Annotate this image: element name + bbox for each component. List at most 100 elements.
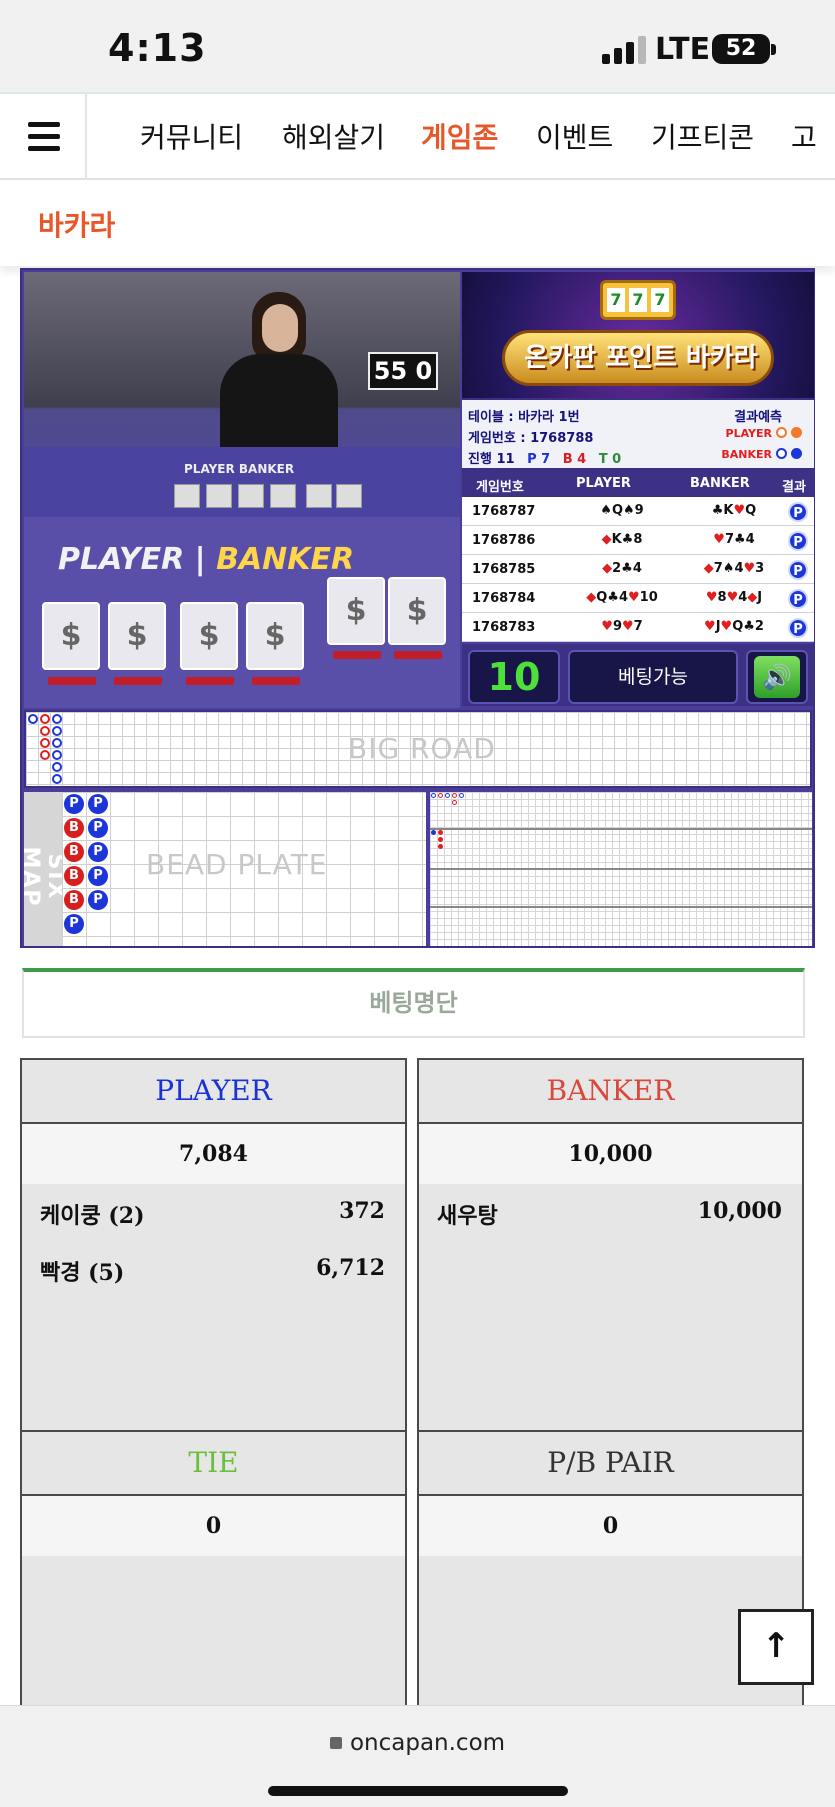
game-info: 테이블 : 바카라 1번 게임번호 : 1768788 진행 11 P 7 B … xyxy=(462,398,814,470)
felt-label-large: PLAYER | BANKER xyxy=(58,542,355,577)
predict-banker-label: BANKER xyxy=(721,448,772,461)
tie-total: 0 xyxy=(22,1496,405,1556)
small-card xyxy=(270,484,296,508)
row-player-cards: ◆2♣4 xyxy=(602,561,642,576)
col-banker: BANKER xyxy=(690,476,750,491)
card: $ xyxy=(180,602,238,670)
pair-panel-title: P/B PAIR xyxy=(419,1432,802,1496)
nav-item-event[interactable]: 이벤트 xyxy=(536,116,613,156)
banker-total: 10,000 xyxy=(419,1124,802,1184)
speaker-icon: 🔊 xyxy=(754,656,800,698)
small-card xyxy=(306,484,332,508)
menu-icon[interactable] xyxy=(0,94,87,180)
six-map-label: SIX MAP xyxy=(18,846,68,908)
nav-item-overseas[interactable]: 해외살기 xyxy=(282,116,385,156)
road-mark xyxy=(52,762,62,772)
status-bar: 4:13 LTE 52 xyxy=(0,0,835,92)
predict-player[interactable]: PLAYER xyxy=(726,427,802,440)
countdown-timer: 10 xyxy=(468,650,560,704)
banker-panel-title: BANKER xyxy=(419,1060,802,1124)
row-banker-cards: ♥J♥Q♣2 xyxy=(704,619,764,634)
battery-icon: 52 xyxy=(712,34,770,64)
nav-item-more[interactable]: 고 xyxy=(791,116,817,156)
predict-ring-icon xyxy=(776,448,787,459)
b-count: B 4 xyxy=(562,452,587,467)
road-mark xyxy=(52,726,62,736)
row-player-cards: ♠Q♠9 xyxy=(600,503,644,518)
table-name: 테이블 : 바카라 1번 xyxy=(468,410,580,425)
col-player: PLAYER xyxy=(576,476,631,491)
tie-panel: TIE 0 xyxy=(20,1430,407,1710)
card-slot xyxy=(186,677,234,685)
lock-icon xyxy=(329,1737,342,1749)
status-time: 4:13 xyxy=(108,26,207,70)
predict-dot-icon xyxy=(791,427,802,438)
arrow-up-icon: ↑ xyxy=(761,1626,791,1666)
bettor-name: 케이쿵 (2) xyxy=(40,1203,145,1229)
table-row: 1768785 ◆2♣4 ◆7♠4♥3 P xyxy=(462,555,814,584)
results-table: 게임번호 PLAYER BANKER 결과 1768787 ♠Q♠9 ♣K♥Q … xyxy=(462,470,814,642)
bead-mark: B xyxy=(64,842,84,862)
row-banker-cards: ◆7♠4♥3 xyxy=(703,561,765,576)
sound-button[interactable]: 🔊 xyxy=(746,650,808,704)
card-slot xyxy=(252,677,300,685)
felt-banker: BANKER xyxy=(216,542,355,577)
road-divider xyxy=(430,906,812,908)
bead-mark: B xyxy=(64,818,84,838)
row-game-no: 1768784 xyxy=(472,591,536,606)
road-mark xyxy=(438,793,443,798)
small-card xyxy=(336,484,362,508)
predict-banker[interactable]: BANKER xyxy=(721,448,802,461)
card-slot xyxy=(333,651,381,659)
game-controls: 10 베팅가능 🔊 xyxy=(462,644,814,706)
derived-roads-grid xyxy=(430,792,812,946)
bead-mark: P xyxy=(88,890,108,910)
row-banker-cards: ♥8♥4◆J xyxy=(705,590,763,605)
road-mark xyxy=(452,793,457,798)
road-mark xyxy=(52,714,62,724)
bet-row: 케이쿵 (2) 372 xyxy=(22,1184,405,1241)
predict-dot-icon xyxy=(791,448,802,459)
big-road-grid: BIG ROAD xyxy=(24,710,812,788)
road-mark xyxy=(438,837,443,842)
bettor-name: 새우탕 xyxy=(437,1203,498,1229)
row-game-no: 1768783 xyxy=(472,620,536,635)
slot-reel: 7 xyxy=(651,288,669,312)
small-card xyxy=(174,484,200,508)
row-banker-cards: ♥7♣4 xyxy=(713,532,755,547)
road-mark xyxy=(445,793,450,798)
row-player-cards: ◆Q♣4♥10 xyxy=(586,590,658,605)
row-player-cards: ♥9♥7 xyxy=(601,619,643,634)
road-mark xyxy=(28,714,38,724)
player-panel-title: PLAYER xyxy=(22,1060,405,1124)
row-game-no: 1768785 xyxy=(472,562,536,577)
road-mark xyxy=(40,750,50,760)
live-video: 55 0 PLAYER BANKER $ $ $ $ $ $ PLAYER | … xyxy=(24,272,460,708)
banner-plate: 온카판 포인트 바카라 xyxy=(502,330,774,386)
address-bar[interactable]: oncapan.com xyxy=(0,1730,835,1756)
table-row: 1768786 ◆K♣8 ♥7♣4 P xyxy=(462,526,814,555)
url-text: oncapan.com xyxy=(349,1730,506,1756)
bettor-name: 빡경 (5) xyxy=(40,1260,125,1286)
pair-total: 0 xyxy=(419,1496,802,1556)
felt-player: PLAYER xyxy=(58,542,185,577)
road-mark xyxy=(452,800,457,805)
progress-label: 진행 11 xyxy=(468,452,515,467)
big-road-label: BIG ROAD xyxy=(348,732,496,765)
scroll-to-top-button[interactable]: ↑ xyxy=(738,1609,814,1685)
player-panel: PLAYER 7,084 케이쿵 (2) 372 빡경 (5) 6,712 xyxy=(20,1058,407,1432)
bead-mark: P xyxy=(88,794,108,814)
col-game-no: 게임번호 xyxy=(476,480,524,495)
home-indicator[interactable] xyxy=(268,1786,568,1796)
small-card xyxy=(238,484,264,508)
video-top-view: 55 0 PLAYER BANKER xyxy=(24,272,460,517)
game-panel: 55 0 PLAYER BANKER $ $ $ $ $ $ PLAYER | … xyxy=(18,268,815,948)
card: $ xyxy=(42,602,100,670)
browser-bottom-bar: oncapan.com xyxy=(0,1705,835,1807)
nav-item-gifticon[interactable]: 기프티콘 xyxy=(651,116,754,156)
nav-item-community[interactable]: 커뮤니티 xyxy=(140,116,243,156)
nav-item-gamezone[interactable]: 게임존 xyxy=(421,116,498,156)
road-mark xyxy=(459,793,464,798)
road-mark xyxy=(52,750,62,760)
bead-plate-grid: P B B B B P P P P P P BEAD PLATE xyxy=(62,792,426,946)
